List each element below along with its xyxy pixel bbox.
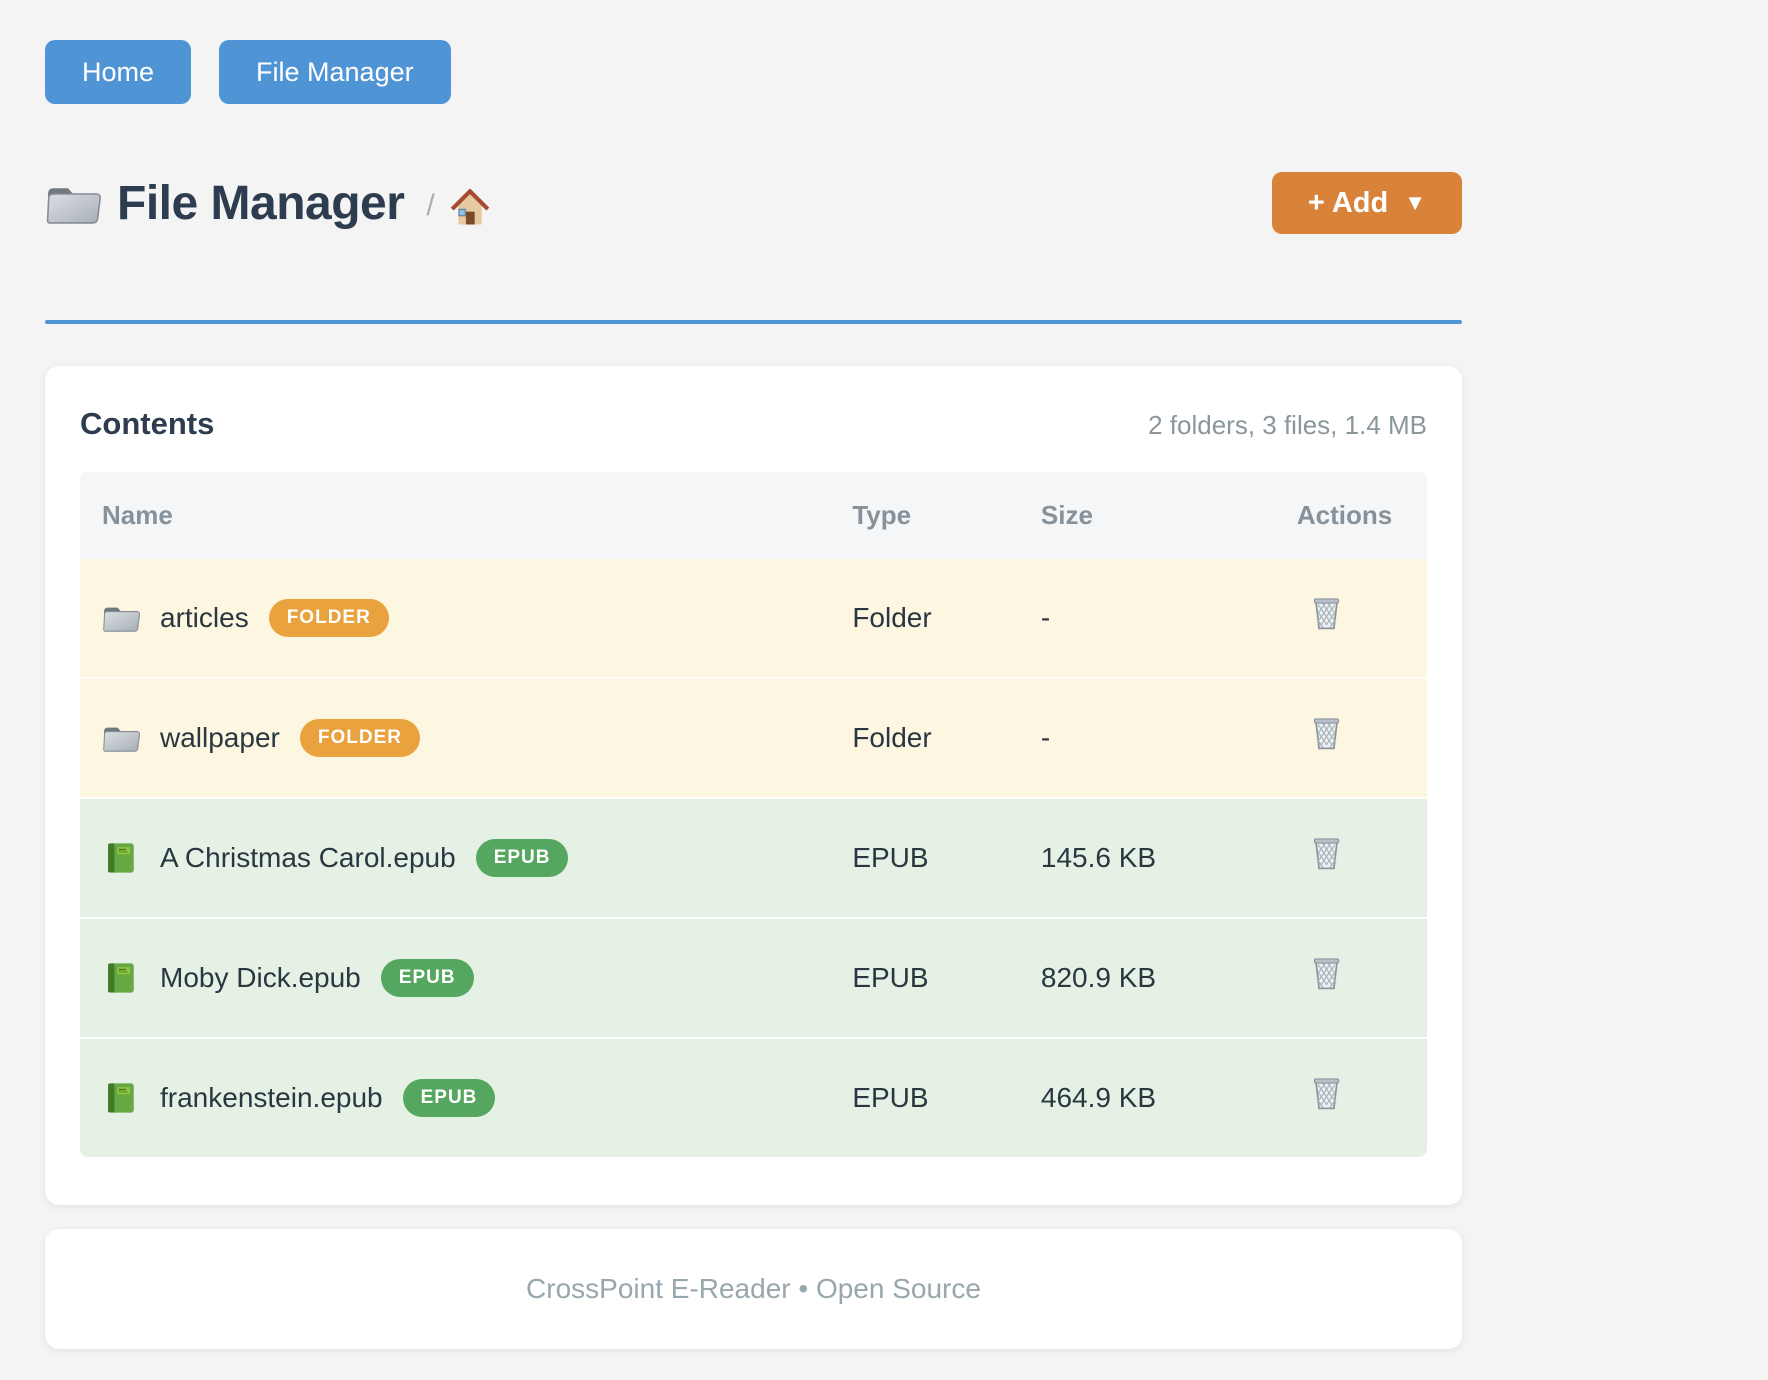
contents-card-header: Contents 2 folders, 3 files, 1.4 MB (80, 406, 1427, 442)
item-type: EPUB (834, 918, 1023, 1038)
folder-icon (102, 601, 140, 635)
trash-icon (1311, 1075, 1342, 1110)
book-icon (102, 841, 140, 875)
column-header-size: Size (1023, 472, 1279, 559)
delete-button[interactable] (1297, 1075, 1342, 1110)
page-container: Home File Manager File Manager / + Add ▼… (45, 0, 1462, 1349)
files-table-wrap: Name Type Size Actions articles FOLDER F… (80, 472, 1427, 1157)
item-name: articles (160, 598, 249, 638)
column-header-type: Type (834, 472, 1023, 559)
page-title: File Manager (117, 176, 404, 231)
item-size: - (1023, 559, 1279, 678)
footer-card: CrossPoint E-Reader • Open Source (45, 1229, 1462, 1349)
item-name: wallpaper (160, 718, 280, 758)
table-row[interactable]: A Christmas Carol.epub EPUB EPUB 145.6 K… (80, 798, 1427, 918)
table-row[interactable]: wallpaper FOLDER Folder - (80, 678, 1427, 798)
type-badge: FOLDER (269, 599, 389, 637)
table-row[interactable]: Moby Dick.epub EPUB EPUB 820.9 KB (80, 918, 1427, 1038)
book-icon (102, 1081, 140, 1115)
home-button[interactable]: Home (45, 40, 191, 104)
type-badge: EPUB (476, 839, 569, 877)
item-size: - (1023, 678, 1279, 798)
item-size: 145.6 KB (1023, 798, 1279, 918)
top-nav: Home File Manager (45, 40, 1462, 104)
contents-card: Contents 2 folders, 3 files, 1.4 MB Name… (45, 366, 1462, 1205)
files-table-body: articles FOLDER Folder - wallpaper FOLDE… (80, 559, 1427, 1157)
item-type: Folder (834, 678, 1023, 798)
delete-button[interactable] (1297, 955, 1342, 990)
title-divider (45, 320, 1462, 324)
item-type: EPUB (834, 1038, 1023, 1157)
column-header-name: Name (80, 472, 834, 559)
item-name: Moby Dick.epub (160, 958, 361, 998)
files-table-head: Name Type Size Actions (80, 472, 1427, 559)
footer-text: CrossPoint E-Reader • Open Source (526, 1273, 981, 1305)
table-row[interactable]: frankenstein.epub EPUB EPUB 464.9 KB (80, 1038, 1427, 1157)
type-badge: FOLDER (300, 719, 420, 757)
breadcrumb-home-link[interactable] (449, 187, 491, 227)
trash-icon (1311, 955, 1342, 990)
item-size: 464.9 KB (1023, 1038, 1279, 1157)
files-table: Name Type Size Actions articles FOLDER F… (80, 472, 1427, 1157)
item-name: frankenstein.epub (160, 1078, 383, 1118)
add-button-label: + Add (1308, 188, 1388, 218)
breadcrumb-separator: / (426, 189, 434, 223)
delete-button[interactable] (1297, 595, 1342, 630)
folder-icon (102, 721, 140, 755)
trash-icon (1311, 715, 1342, 750)
trash-icon (1311, 595, 1342, 630)
delete-button[interactable] (1297, 715, 1342, 750)
item-size: 820.9 KB (1023, 918, 1279, 1038)
trash-icon (1311, 835, 1342, 870)
house-icon (449, 187, 491, 227)
column-header-actions: Actions (1279, 472, 1427, 559)
book-icon (102, 961, 140, 995)
header-row: Name Type Size Actions (80, 472, 1427, 559)
add-button[interactable]: + Add ▼ (1272, 172, 1462, 234)
delete-button[interactable] (1297, 835, 1342, 870)
type-badge: EPUB (381, 959, 474, 997)
item-type: Folder (834, 559, 1023, 678)
page-header: File Manager / + Add ▼ (45, 170, 1462, 236)
item-type: EPUB (834, 798, 1023, 918)
type-badge: EPUB (403, 1079, 496, 1117)
file-manager-button[interactable]: File Manager (219, 40, 451, 104)
folder-icon (45, 180, 101, 227)
item-name: A Christmas Carol.epub (160, 838, 456, 878)
table-row[interactable]: articles FOLDER Folder - (80, 559, 1427, 678)
caret-down-icon: ▼ (1404, 188, 1426, 218)
contents-summary: 2 folders, 3 files, 1.4 MB (1148, 410, 1427, 441)
contents-heading: Contents (80, 406, 214, 442)
